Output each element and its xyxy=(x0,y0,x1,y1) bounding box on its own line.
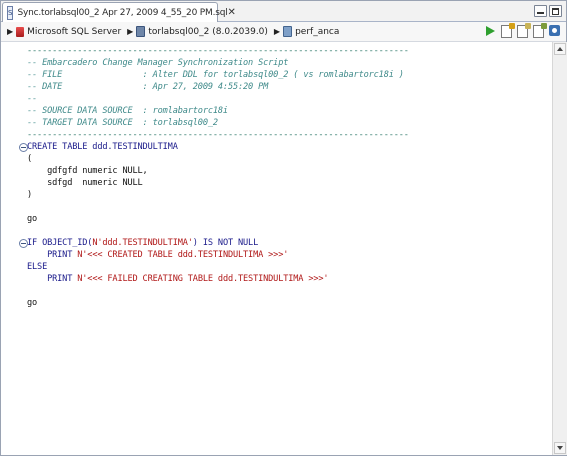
breadcrumb-schema[interactable]: perf_anca xyxy=(295,27,339,37)
schema-icon xyxy=(283,26,293,37)
code-line[interactable]: sdfgd numeric NULL xyxy=(27,177,143,189)
datasource-icon xyxy=(136,26,146,37)
tab-bar: S Sync.torlabsql00_2 Apr 27, 2009 4_55_2… xyxy=(1,1,566,22)
sql-file-icon: S xyxy=(7,5,14,20)
tab-sync-script[interactable]: S Sync.torlabsql00_2 Apr 27, 2009 4_55_2… xyxy=(2,2,236,22)
code-line[interactable]: -- DATE : Apr 27, 2009 4:55:20 PM xyxy=(27,81,268,93)
code-line[interactable]: PRINT N'<<< CREATED TABLE ddd.TESTINDULT… xyxy=(27,249,288,261)
editor-window: S Sync.torlabsql00_2 Apr 27, 2009 4_55_2… xyxy=(0,0,567,456)
server-icon xyxy=(16,26,25,37)
chevron-right-icon[interactable]: ▶ xyxy=(127,27,133,36)
run-icon[interactable] xyxy=(484,25,496,37)
chevron-right-icon[interactable]: ▶ xyxy=(7,27,13,36)
code-line[interactable]: -- xyxy=(27,93,37,105)
document-check-icon[interactable] xyxy=(533,23,547,38)
chevron-right-icon[interactable]: ▶ xyxy=(274,27,280,36)
minimize-button[interactable] xyxy=(534,5,547,17)
code-line[interactable]: PRINT N'<<< FAILED CREATING TABLE ddd.TE… xyxy=(27,273,329,285)
code-line[interactable]: ----------------------------------------… xyxy=(27,45,409,57)
code-line[interactable]: ) xyxy=(27,189,32,201)
code-line[interactable]: IF OBJECT_ID(N'ddd.TESTINDULTIMA') IS NO… xyxy=(27,237,258,249)
breadcrumb-server[interactable]: Microsoft SQL Server xyxy=(27,27,121,37)
fold-toggle-icon[interactable] xyxy=(19,239,28,248)
code-line[interactable]: ELSE xyxy=(27,261,47,273)
editor-toolbar xyxy=(484,23,560,38)
code-line[interactable]: go xyxy=(27,213,37,225)
code-line[interactable]: -- Embarcadero Change Manager Synchroniz… xyxy=(27,57,288,69)
fold-toggle-icon[interactable] xyxy=(19,143,28,152)
tab-title: Sync.torlabsql00_2 Apr 27, 2009 4_55_20 … xyxy=(17,7,228,18)
maximize-button[interactable] xyxy=(549,5,562,17)
code-line[interactable]: -- TARGET DATA SOURCE : torlabsql00_2 xyxy=(27,117,218,129)
code-line[interactable]: CREATE TABLE ddd.TESTINDULTIMA xyxy=(27,141,178,153)
vertical-scrollbar[interactable] xyxy=(552,42,567,455)
document-icon[interactable] xyxy=(501,23,515,38)
code-line[interactable]: -- SOURCE DATA SOURCE : romlabartorc18i xyxy=(27,105,228,117)
sql-editor[interactable]: ----------------------------------------… xyxy=(1,42,552,455)
code-line[interactable]: ----------------------------------------… xyxy=(27,129,409,141)
breadcrumb: ▶ Microsoft SQL Server ▶ torlabsql00_2 (… xyxy=(1,22,566,42)
settings-icon[interactable] xyxy=(549,25,560,36)
code-line[interactable]: go xyxy=(27,297,37,309)
editor-gutter xyxy=(1,42,7,455)
code-line[interactable]: gdfgfd numeric NULL, xyxy=(27,165,148,177)
breadcrumb-datasource[interactable]: torlabsql00_2 (8.0.2039.0) xyxy=(148,27,268,37)
code-line[interactable]: ( xyxy=(27,153,32,165)
close-icon[interactable]: ✕ xyxy=(228,7,236,18)
code-line[interactable]: -- FILE : Alter DDL for torlabsql00_2 ( … xyxy=(27,69,404,81)
scroll-up-button[interactable] xyxy=(554,43,566,55)
scroll-down-button[interactable] xyxy=(554,442,566,454)
document-edit-icon[interactable] xyxy=(517,23,531,38)
